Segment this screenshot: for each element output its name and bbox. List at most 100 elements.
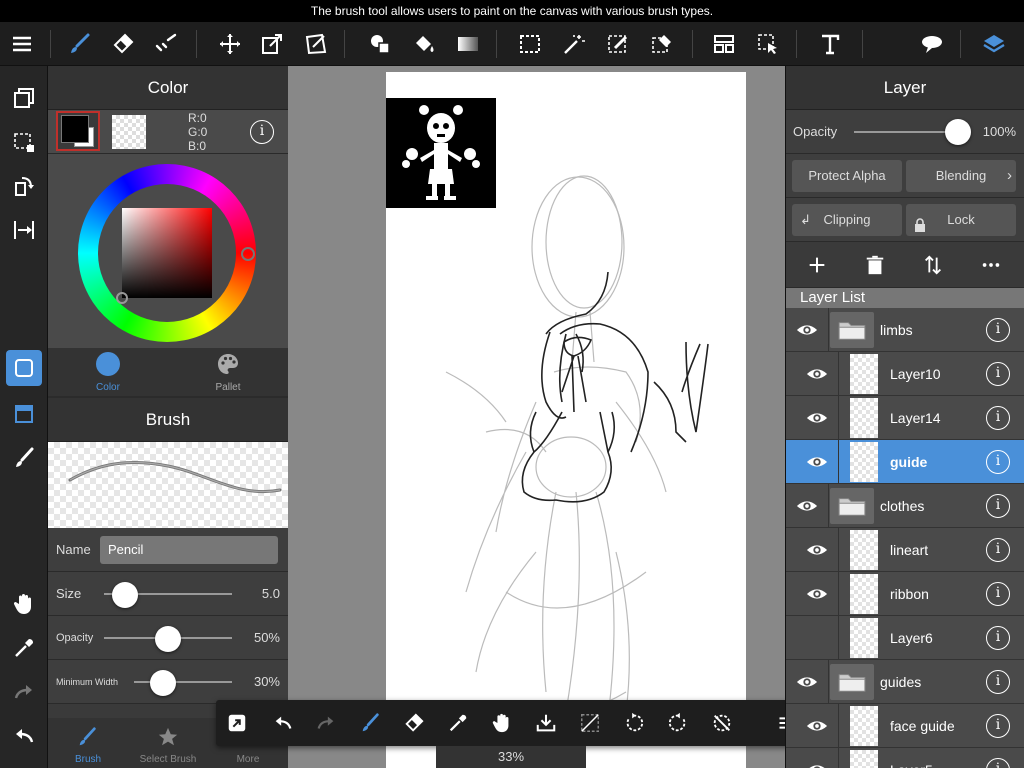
size-slider-knob[interactable] [112, 582, 138, 608]
layer-row[interactable]: face guide i [786, 704, 1024, 748]
layer-info-icon[interactable]: i [986, 758, 1010, 768]
reorder-icon[interactable] [918, 250, 948, 280]
foreground-swatch[interactable] [56, 111, 100, 151]
layer-info-icon[interactable]: i [986, 582, 1010, 606]
select-arrow-icon[interactable] [752, 28, 784, 60]
select-rect-icon[interactable] [514, 28, 546, 60]
flip-icon[interactable] [6, 212, 42, 248]
gradient-icon[interactable] [452, 28, 484, 60]
layer-info-icon[interactable]: i [986, 450, 1010, 474]
clipping-button[interactable]: ↲ Clipping [792, 204, 902, 236]
layer-info-icon[interactable]: i [986, 714, 1010, 738]
select-eraser-icon[interactable] [646, 28, 678, 60]
layer-info-icon[interactable]: i [986, 406, 1010, 430]
eye-icon[interactable] [804, 713, 830, 739]
deselect-icon[interactable] [575, 708, 605, 738]
hand-icon[interactable] [487, 708, 517, 738]
eye-icon[interactable] [804, 757, 830, 768]
layer-row[interactable]: lineart i [786, 528, 1024, 572]
saturation-square[interactable] [122, 208, 212, 298]
layer-info-icon[interactable]: i [986, 626, 1010, 650]
bucket-icon[interactable] [408, 28, 440, 60]
undo-icon[interactable] [268, 708, 298, 738]
eye-icon[interactable] [804, 537, 830, 563]
lock-button[interactable]: Lock [906, 204, 1016, 236]
transform-icon[interactable] [256, 28, 288, 60]
eye-icon[interactable] [804, 449, 830, 475]
brush-settings-icon[interactable] [6, 440, 42, 476]
protect-alpha-button[interactable]: Protect Alpha [792, 160, 902, 192]
redo-icon[interactable] [6, 674, 42, 710]
eye-icon[interactable] [804, 581, 830, 607]
brush-icon[interactable] [64, 28, 96, 60]
tab-select-brush[interactable]: Select Brush [128, 718, 208, 768]
minwidth-slider-track[interactable] [134, 681, 232, 683]
layer-info-icon[interactable]: i [986, 318, 1010, 342]
rotate-right-icon[interactable] [663, 708, 693, 738]
tab-color[interactable]: Color [48, 348, 168, 396]
add-layer-icon[interactable] [802, 250, 832, 280]
brush-name-field[interactable]: Pencil [100, 536, 278, 564]
window-icon[interactable] [6, 396, 42, 432]
layer-row[interactable]: Layer6 i [786, 616, 1024, 660]
layer-info-icon[interactable]: i [986, 670, 1010, 694]
canvas-icon[interactable] [6, 80, 42, 116]
transparent-swatch[interactable] [112, 115, 146, 149]
sv-picker[interactable] [116, 292, 128, 304]
speech-bubble-icon[interactable] [916, 28, 948, 60]
hand-icon[interactable] [6, 586, 42, 622]
drawing-canvas[interactable] [386, 72, 746, 768]
hue-picker[interactable] [241, 247, 255, 261]
layer-row[interactable]: clothes i [786, 484, 1024, 528]
layer-row[interactable]: ribbon i [786, 572, 1024, 616]
eyedropper-icon[interactable] [443, 708, 473, 738]
layer-row[interactable]: guide i [786, 440, 1024, 484]
reset-rotation-icon[interactable] [707, 708, 737, 738]
rotate-canvas-icon[interactable] [6, 168, 42, 204]
layer-row[interactable]: Layer10 i [786, 352, 1024, 396]
layer-row[interactable]: guides i [786, 660, 1024, 704]
magic-wand-icon[interactable] [558, 28, 590, 60]
undo-icon[interactable] [6, 718, 42, 754]
select-pen-icon[interactable] [602, 28, 634, 60]
layer-row[interactable]: Layer5 i [786, 748, 1024, 768]
save-icon[interactable] [531, 708, 561, 738]
redo-icon[interactable] [311, 708, 341, 738]
trash-icon[interactable] [860, 250, 890, 280]
layer-opacity-knob[interactable] [945, 119, 971, 145]
canvas-area[interactable] [288, 66, 785, 768]
smudge-icon[interactable] [150, 28, 182, 60]
selection-copy-icon[interactable] [6, 124, 42, 160]
layer-info-icon[interactable]: i [986, 494, 1010, 518]
eye-icon[interactable] [794, 317, 820, 343]
blending-button[interactable]: Blending › [906, 160, 1016, 192]
eye-icon[interactable] [794, 669, 820, 695]
layer-info-icon[interactable]: i [986, 538, 1010, 562]
layer-row[interactable]: Layer14 i [786, 396, 1024, 440]
eye-icon[interactable] [804, 361, 830, 387]
minwidth-slider-knob[interactable] [150, 670, 177, 696]
text-icon[interactable] [814, 28, 846, 60]
tab-pallet[interactable]: Pallet [168, 348, 288, 396]
eraser-icon[interactable] [107, 28, 139, 60]
more-options-icon[interactable] [976, 250, 1006, 280]
free-transform-icon[interactable] [300, 28, 332, 60]
rect-shape-icon[interactable] [6, 350, 42, 386]
fill-shape-icon[interactable] [364, 28, 396, 60]
layers-icon[interactable] [978, 28, 1010, 60]
menu-icon[interactable] [6, 28, 38, 60]
eyedropper-icon[interactable] [6, 630, 42, 666]
eye-icon[interactable] [794, 493, 820, 519]
rotate-left-icon[interactable] [619, 708, 649, 738]
layer-row[interactable]: limbs i [786, 308, 1024, 352]
layer-opacity-track[interactable] [854, 131, 958, 133]
brush-icon[interactable] [355, 708, 385, 738]
move-icon[interactable] [214, 28, 246, 60]
layer-info-icon[interactable]: i [986, 362, 1010, 386]
layout-icon[interactable] [708, 28, 740, 60]
quick-menu-icon[interactable] [222, 708, 252, 738]
eraser-icon[interactable] [399, 708, 429, 738]
color-info-icon[interactable]: i [250, 120, 274, 144]
opacity-slider-knob[interactable] [155, 626, 181, 652]
eye-icon[interactable] [804, 405, 830, 431]
